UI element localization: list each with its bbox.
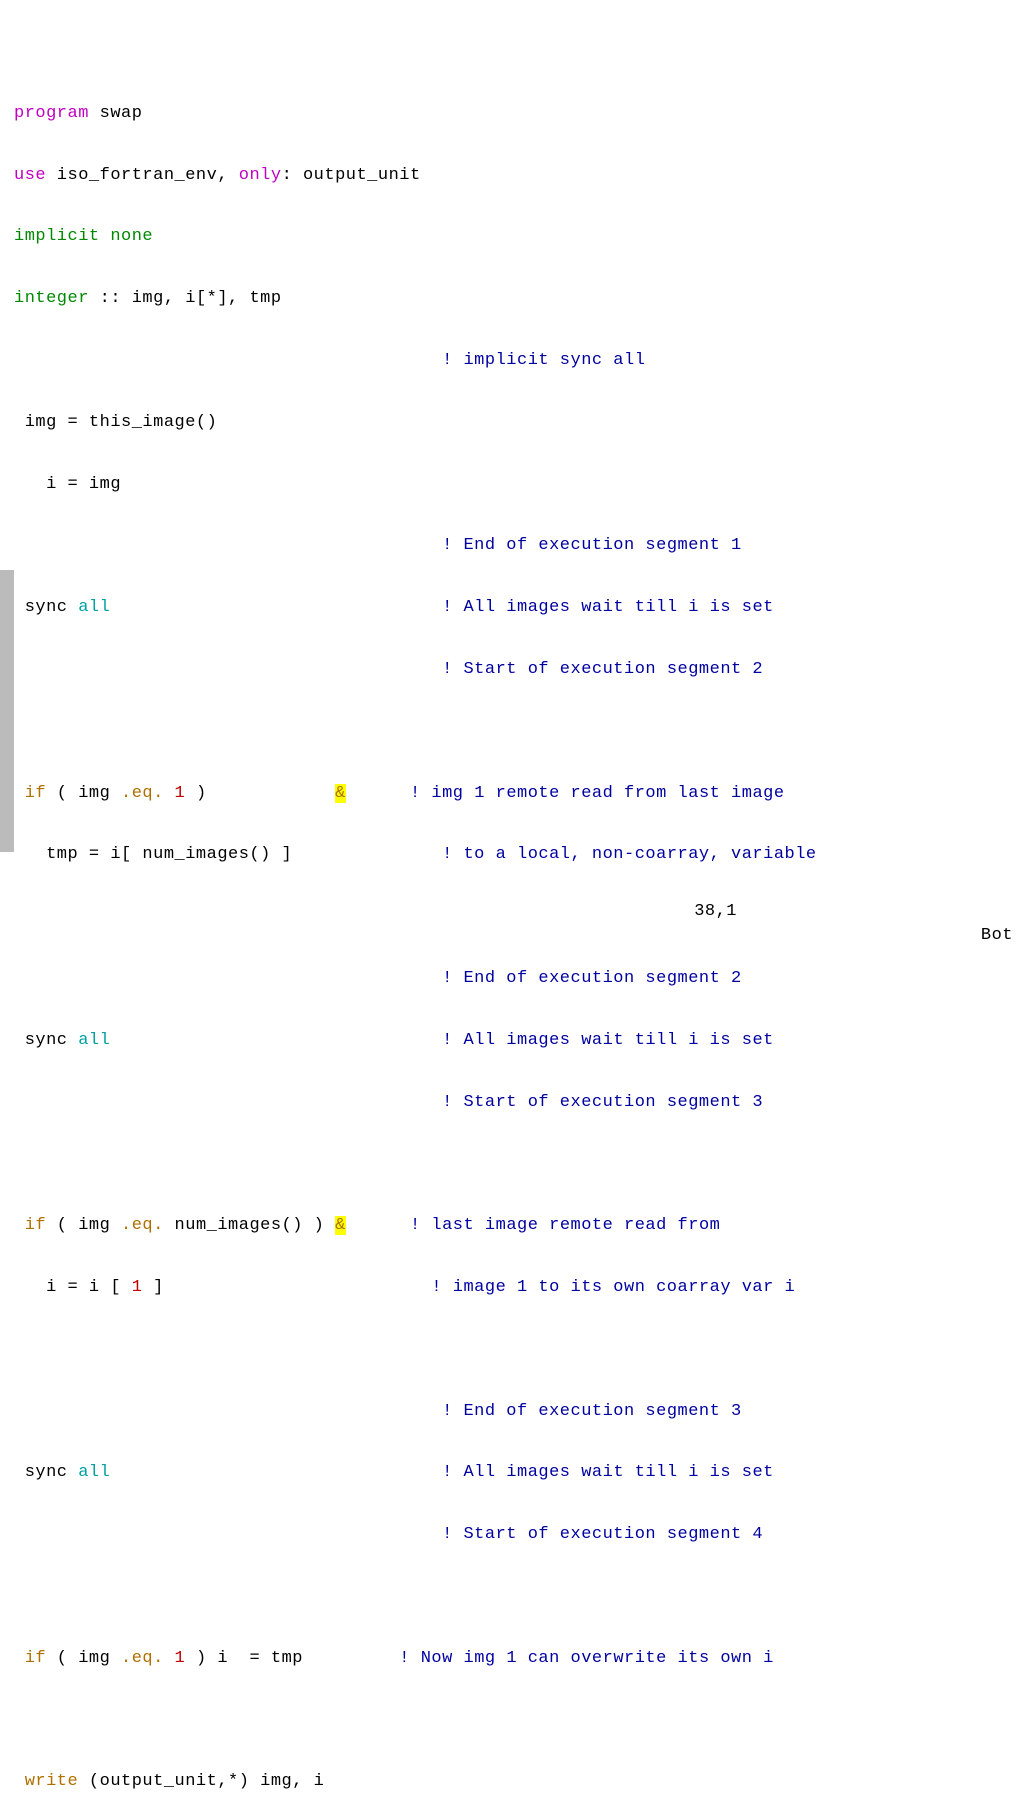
keyword-write: write — [14, 1772, 78, 1791]
comment: ! to a local, non-coarray, variable — [442, 845, 817, 864]
keyword-integer: integer — [14, 289, 89, 308]
code-line: i = img — [14, 473, 1027, 497]
text: iso_fortran_env, — [46, 166, 239, 185]
status-bar: 38,1 Bot — [14, 876, 1027, 900]
literal-number: 1 — [164, 784, 185, 803]
code-line: i = i [ 1 ] ! image 1 to its own coarray… — [14, 1276, 1027, 1300]
comment: ! All images wait till i is set — [442, 1463, 774, 1482]
keyword-if: if — [14, 1649, 46, 1668]
literal-number: 1 — [132, 1278, 143, 1297]
text: (output_unit,*) img, i — [78, 1772, 324, 1791]
editor-viewport[interactable]: program swap use iso_fortran_env, only: … — [0, 0, 1027, 900]
comment: ! End of execution segment 3 — [442, 1402, 742, 1421]
keyword-all: all — [78, 598, 110, 617]
operator-eq: .eq. — [121, 1216, 164, 1235]
text: : output_unit — [282, 166, 421, 185]
continuation-amp: & — [335, 784, 346, 803]
text: :: img, i[*], tmp — [89, 289, 282, 308]
comment: ! img 1 remote read from last image — [410, 784, 785, 803]
text: i = i [ — [14, 1278, 132, 1297]
text: ) — [185, 784, 335, 803]
keyword-implicit-none: implicit none — [14, 227, 153, 246]
comment: ! Now img 1 can overwrite its own i — [399, 1649, 774, 1668]
code-line: sync all ! All images wait till i is set — [14, 1029, 1027, 1053]
code-line: if ( img .eq. num_images() ) & ! last im… — [14, 1214, 1027, 1238]
operator-eq: .eq. — [121, 1649, 164, 1668]
keyword-program: program — [14, 104, 89, 123]
continuation-amp: & — [335, 1216, 346, 1235]
code-line: if ( img .eq. 1 ) & ! img 1 remote read … — [14, 782, 1027, 806]
comment: ! Start of execution segment 2 — [442, 660, 763, 679]
keyword-if: if — [14, 784, 46, 803]
code-line: ! End of execution segment 3 — [14, 1400, 1027, 1424]
code-line: ! End of execution segment 1 — [14, 534, 1027, 558]
comment: ! Start of execution segment 4 — [442, 1525, 763, 1544]
status-mode: Bot — [981, 924, 1013, 948]
keyword-use: use — [14, 166, 46, 185]
text: sync — [14, 1031, 78, 1050]
keyword-only: only — [239, 166, 282, 185]
code-line: write (output_unit,*) img, i — [14, 1770, 1027, 1794]
comment: ! End of execution segment 1 — [442, 536, 742, 555]
comment: ! last image remote read from — [410, 1216, 720, 1235]
code-line: img = this_image() — [14, 411, 1027, 435]
code-line: ! End of execution segment 2 — [14, 967, 1027, 991]
text: ] — [142, 1278, 163, 1297]
editor-gutter — [0, 0, 14, 900]
text: sync — [14, 598, 78, 617]
literal-number: 1 — [164, 1649, 185, 1668]
text: img = this_image() — [14, 413, 217, 432]
text: ( img — [46, 1649, 121, 1668]
keyword-all: all — [78, 1031, 110, 1050]
keyword-all: all — [78, 1463, 110, 1482]
keyword-if: if — [14, 1216, 46, 1235]
comment: ! Start of execution segment 3 — [442, 1093, 763, 1112]
code-line: ! Start of execution segment 3 — [14, 1091, 1027, 1115]
code-line: ! Start of execution segment 2 — [14, 658, 1027, 682]
code-line: if ( img .eq. 1 ) i = tmp ! Now img 1 ca… — [14, 1647, 1027, 1671]
comment: ! image 1 to its own coarray var i — [431, 1278, 795, 1297]
operator-eq: .eq. — [121, 784, 164, 803]
comment: ! All images wait till i is set — [442, 1031, 774, 1050]
text: ) i = tmp — [185, 1649, 378, 1668]
identifier: swap — [89, 104, 143, 123]
comment: ! implicit sync all — [442, 351, 645, 370]
text: sync — [14, 1463, 78, 1482]
code-line: ! Start of execution segment 4 — [14, 1523, 1027, 1547]
text: num_images() ) — [164, 1216, 335, 1235]
code-area[interactable]: program swap use iso_fortran_env, only: … — [14, 0, 1027, 900]
text: ( img — [46, 784, 121, 803]
comment: ! All images wait till i is set — [442, 598, 774, 617]
code-line: sync all ! All images wait till i is set — [14, 596, 1027, 620]
text: i = img — [14, 475, 121, 494]
comment: ! End of execution segment 2 — [442, 969, 742, 988]
code-line: use iso_fortran_env, only: output_unit — [14, 164, 1027, 188]
code-line: program swap — [14, 102, 1027, 126]
text: tmp = i[ num_images() ] — [14, 845, 292, 864]
code-line: tmp = i[ num_images() ] ! to a local, no… — [14, 843, 1027, 867]
code-line: sync all ! All images wait till i is set — [14, 1461, 1027, 1485]
code-line: integer :: img, i[*], tmp — [14, 287, 1027, 311]
code-line: ! implicit sync all — [14, 349, 1027, 373]
text: ( img — [46, 1216, 121, 1235]
status-position: 38,1 — [694, 900, 737, 924]
code-line: implicit none — [14, 225, 1027, 249]
gutter-highlight — [0, 570, 14, 852]
